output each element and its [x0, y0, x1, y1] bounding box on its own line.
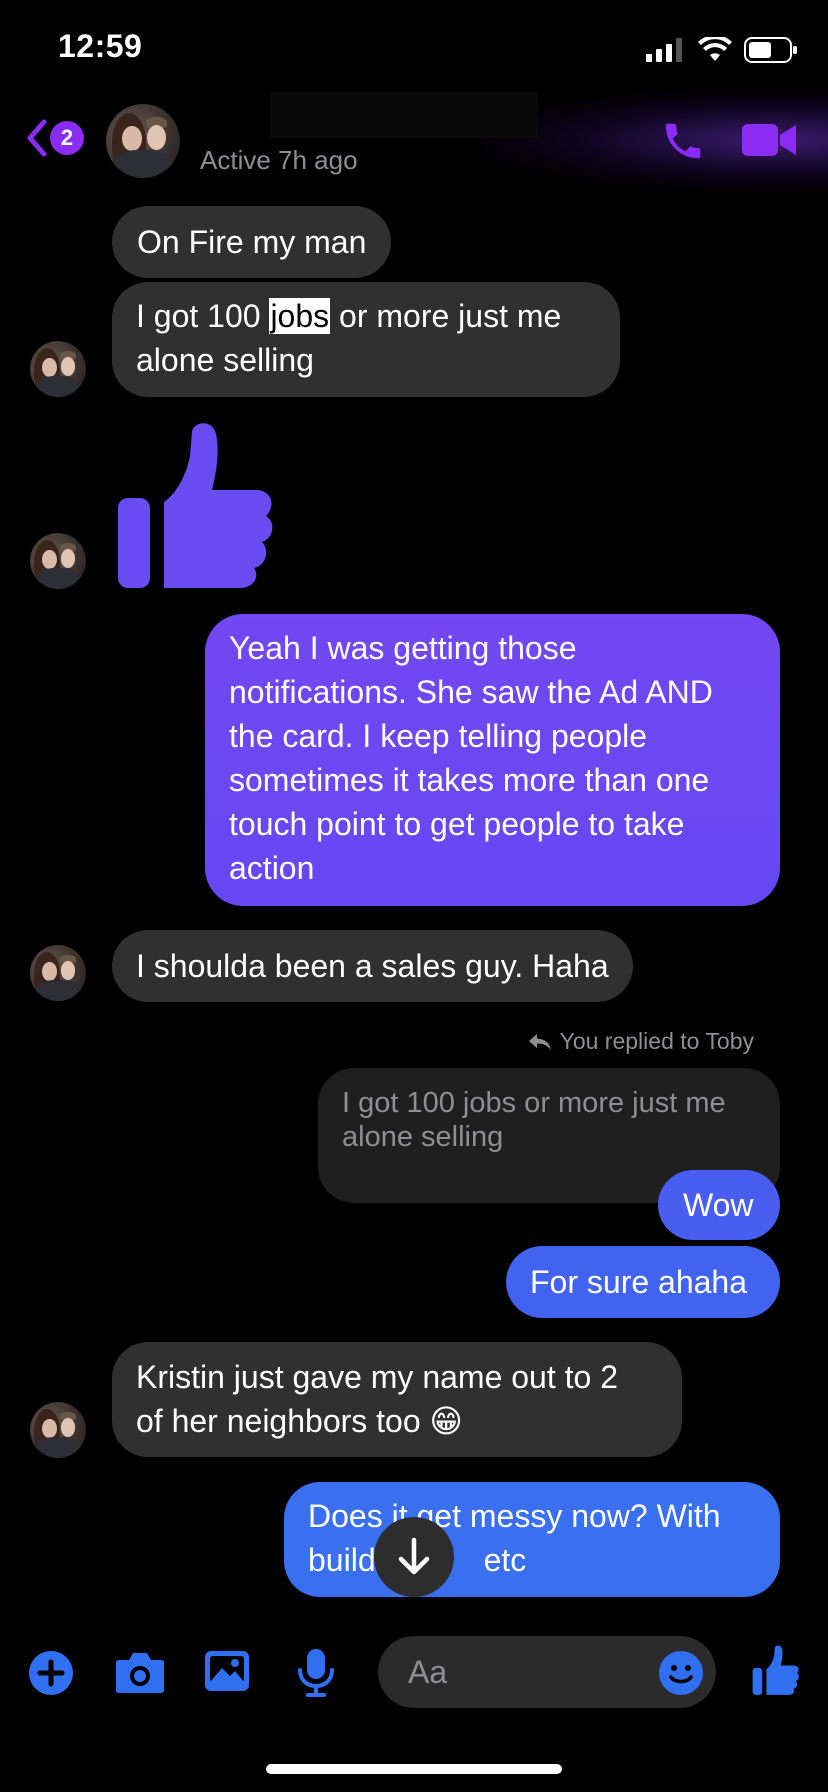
message-line: Kristin just gave my name out to 2 [136, 1359, 618, 1395]
phone-icon [665, 123, 701, 159]
message-input-placeholder: Aa [408, 1653, 448, 1690]
thumbs-up-icon [752, 1645, 799, 1695]
thumbs-up-icon [118, 423, 273, 588]
outgoing-message[interactable]: Does it get messy now? With build etc [284, 1482, 780, 1597]
reply-label-text: You replied to Toby [559, 1028, 754, 1054]
message-line: alone selling [136, 342, 314, 378]
add-button[interactable] [28, 1650, 74, 1701]
message-line: Does it get messy now? With [308, 1498, 721, 1534]
scroll-to-bottom-button[interactable] [374, 1517, 454, 1597]
message-line: Yeah I was getting those [229, 630, 577, 666]
message-line: notifications. She saw the Ad AND [229, 674, 713, 710]
video-call-button[interactable] [742, 120, 798, 165]
message-line: I got 100 jobs or more just me [136, 298, 562, 334]
cellular-signal-icon [646, 38, 682, 62]
microphone-icon [298, 1649, 334, 1697]
home-indicator[interactable] [266, 1764, 562, 1774]
sender-avatar[interactable] [30, 945, 86, 1001]
incoming-message[interactable]: Kristin just gave my name out to 2 of he… [112, 1342, 682, 1457]
quoted-line: alone selling [342, 1121, 504, 1153]
image-icon [205, 1651, 249, 1691]
contact-name-redacted [270, 92, 538, 138]
like-button[interactable] [752, 1644, 800, 1701]
message-line: of her neighbors too 😁 [136, 1403, 463, 1439]
quoted-line: I got 100 jobs or more just me [342, 1087, 726, 1119]
arrow-down-icon [398, 1537, 430, 1575]
outgoing-message[interactable]: Wow [658, 1170, 780, 1240]
message-line: action [229, 850, 315, 886]
incoming-message[interactable]: I got 100 jobs or more just me alone sel… [112, 282, 620, 397]
status-icons [646, 36, 798, 64]
reply-indicator: You replied to Toby [528, 1028, 754, 1055]
chevron-left-icon [27, 119, 47, 157]
incoming-message[interactable]: On Fire my man [112, 206, 392, 278]
status-time: 12:59 [58, 28, 143, 64]
emoji-button[interactable] [658, 1650, 704, 1701]
message-line: touch point to get people to take [229, 806, 685, 842]
video-camera-icon [742, 124, 796, 156]
active-status: Active 7h ago [200, 145, 358, 175]
reply-arrow-icon [528, 1033, 551, 1050]
incoming-message[interactable]: I shoulda been a sales guy. Haha [112, 930, 633, 1002]
wifi-icon [698, 37, 732, 61]
message-line: the card. I keep telling people [229, 718, 648, 754]
sender-avatar[interactable] [30, 341, 86, 397]
thumbs-up-sticker[interactable] [116, 420, 276, 595]
outgoing-message[interactable]: For sure ahaha [506, 1246, 780, 1318]
message-line: sometimes it takes more than one [229, 762, 710, 798]
voice-message-button[interactable] [296, 1648, 336, 1703]
battery-icon [744, 37, 797, 63]
gallery-button[interactable] [204, 1650, 250, 1699]
grinning-emoji: 😁 [429, 1403, 463, 1439]
contact-avatar[interactable] [106, 104, 180, 178]
message-text: Wow [683, 1187, 754, 1223]
camera-icon [116, 1653, 164, 1693]
plus-icon [29, 1651, 73, 1695]
message-text: On Fire my man [137, 224, 367, 260]
outgoing-message[interactable]: Yeah I was getting those notifications. … [205, 614, 780, 906]
camera-button[interactable] [115, 1650, 165, 1699]
message-text: For sure ahaha [530, 1264, 748, 1300]
sender-avatar[interactable] [30, 1402, 86, 1458]
sender-avatar[interactable] [30, 533, 86, 589]
back-button[interactable]: 2 [24, 118, 84, 158]
message-text: I shoulda been a sales guy. Haha [136, 948, 609, 984]
highlighted-word: jobs [269, 298, 331, 334]
call-button[interactable] [660, 118, 706, 169]
unread-badge: 2 [50, 121, 84, 155]
smiley-icon [659, 1651, 703, 1695]
